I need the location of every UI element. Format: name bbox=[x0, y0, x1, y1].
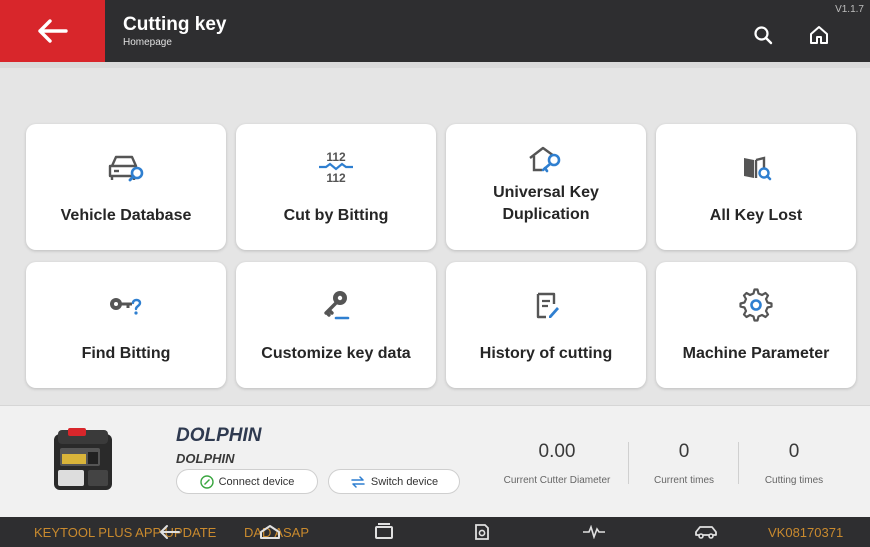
swap-arrows-icon bbox=[351, 475, 365, 488]
menu-card-universal-key-duplication[interactable]: Universal Key Duplication bbox=[446, 124, 646, 250]
key-question-icon bbox=[110, 298, 142, 315]
connect-device-button[interactable]: Connect device bbox=[176, 469, 318, 494]
nav-vehicle-button[interactable] bbox=[694, 522, 718, 542]
stat-cutting-times: 0 Cutting times bbox=[752, 441, 836, 486]
connect-device-label: Connect device bbox=[218, 475, 295, 488]
system-nav-bar: KEYTOOL PLUS APP UPDATE DAD ASAP VK08170… bbox=[0, 517, 870, 547]
bitting-code-top: 112 bbox=[326, 150, 346, 164]
document-edit-icon bbox=[536, 292, 559, 319]
menu-card-machine-parameter[interactable]: Machine Parameter bbox=[656, 262, 856, 388]
stat-caption: Cutting times bbox=[764, 475, 824, 486]
menu-card-label: Vehicle Database bbox=[60, 207, 192, 224]
back-icon bbox=[160, 525, 180, 539]
car-search-icon bbox=[108, 155, 144, 182]
book-search-icon bbox=[744, 156, 772, 181]
device-name: DOLPHIN bbox=[176, 425, 262, 446]
device-panel: DOLPHIN DOLPHIN Connect device Switch de… bbox=[0, 405, 870, 517]
bitting-code-bottom: 112 bbox=[326, 171, 346, 184]
menu-card-label: History of cutting bbox=[479, 345, 613, 362]
home-icon bbox=[260, 525, 280, 539]
nav-back-button[interactable] bbox=[158, 522, 182, 542]
menu-card-cut-by-bitting[interactable]: 112 112 Cut by Bitting bbox=[236, 124, 436, 250]
search-icon bbox=[754, 26, 773, 45]
menu-card-label: All Key Lost bbox=[709, 207, 803, 224]
recents-icon bbox=[375, 523, 393, 539]
nav-recents-button[interactable] bbox=[372, 522, 396, 542]
screenshot-icon bbox=[475, 524, 489, 540]
nav-diagnostics-button[interactable] bbox=[582, 522, 606, 542]
menu-card-label: Cut by Bitting bbox=[283, 207, 389, 224]
menu-card-label: Customize key data bbox=[261, 345, 411, 362]
serial-number: VK08170371 bbox=[768, 525, 844, 540]
gear-icon bbox=[739, 288, 773, 322]
arrow-left-icon bbox=[37, 19, 68, 43]
menu-card-label: Machine Parameter bbox=[682, 345, 830, 362]
menu-card-customize-key-data[interactable]: Customize key data bbox=[236, 262, 436, 388]
menu-card-find-bitting[interactable]: Find Bitting bbox=[26, 262, 226, 388]
switch-device-button[interactable]: Switch device bbox=[328, 469, 460, 494]
car-icon bbox=[695, 526, 717, 539]
stat-current-times: 0 Current times bbox=[642, 441, 726, 486]
header-titles: Cutting key Homepage bbox=[123, 14, 226, 50]
stat-value: 0.00 bbox=[538, 441, 576, 462]
app-header: Cutting key Homepage V1.1.7 bbox=[0, 0, 870, 62]
key-cutting-machine-image bbox=[54, 428, 112, 490]
menu-card-label: Universal Key Duplication bbox=[493, 184, 599, 223]
stat-caption: Current times bbox=[653, 475, 714, 486]
stat-cutter-diameter: 0.00 Current Cutter Diameter bbox=[494, 441, 620, 486]
back-button[interactable] bbox=[0, 0, 105, 62]
pulse-icon bbox=[583, 525, 605, 539]
menu-card-label: Find Bitting bbox=[81, 345, 171, 362]
stat-caption: Current Cutter Diameter bbox=[503, 475, 611, 486]
page-subtitle: Homepage bbox=[123, 37, 172, 48]
bitting-code-icon: 112 112 bbox=[319, 150, 353, 184]
switch-device-label: Switch device bbox=[370, 475, 439, 488]
key-edit-icon bbox=[324, 291, 350, 320]
main-area: Vehicle Database 112 112 Cut by Bitting bbox=[0, 62, 870, 405]
divider bbox=[628, 442, 629, 484]
page-title: Cutting key bbox=[123, 14, 227, 35]
stat-value: 0 bbox=[788, 441, 800, 462]
update-notice[interactable]: KEYTOOL PLUS APP UPDATE bbox=[34, 525, 216, 540]
device-model: DOLPHIN bbox=[176, 451, 235, 466]
version-label: V1.1.7 bbox=[835, 4, 864, 15]
menu-card-history-of-cutting[interactable]: History of cutting bbox=[446, 262, 646, 388]
menu-card-all-key-lost[interactable]: All Key Lost bbox=[656, 124, 856, 250]
house-key-icon bbox=[529, 146, 561, 173]
home-button[interactable] bbox=[808, 24, 830, 46]
search-button[interactable] bbox=[752, 24, 774, 46]
link-icon bbox=[199, 474, 214, 489]
home-icon bbox=[810, 26, 828, 44]
divider bbox=[738, 442, 739, 484]
stat-value: 0 bbox=[678, 441, 690, 462]
menu-card-vehicle-database[interactable]: Vehicle Database bbox=[26, 124, 226, 250]
nav-home-button[interactable] bbox=[258, 522, 282, 542]
nav-screenshot-button[interactable] bbox=[470, 522, 494, 542]
